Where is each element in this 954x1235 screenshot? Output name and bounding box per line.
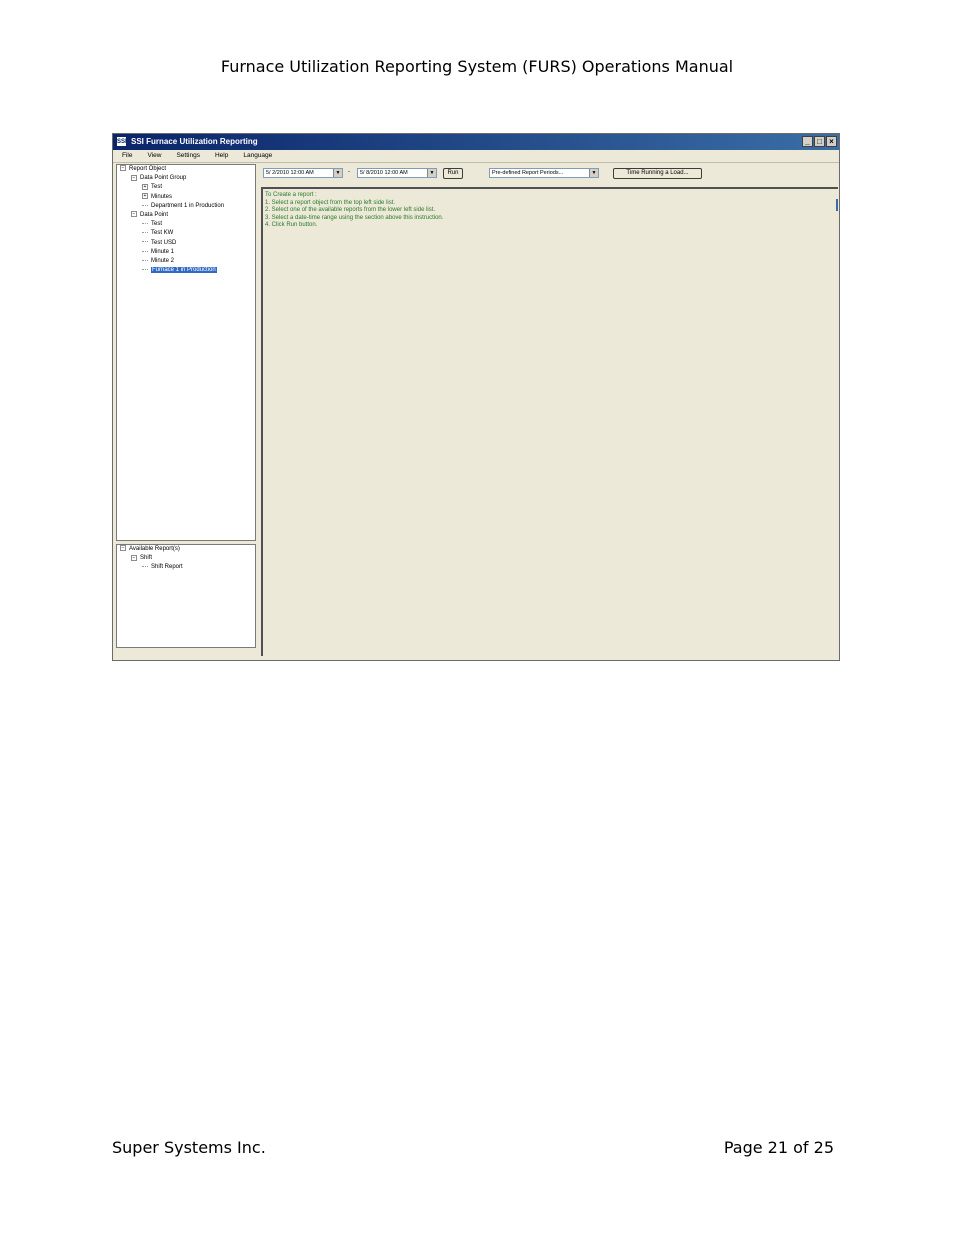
- tree-node-minutes[interactable]: + Minutes: [117, 192, 255, 202]
- end-date-picker[interactable]: 5/ 8/2010 12:00 AM ▼: [357, 168, 437, 178]
- close-icon[interactable]: ×: [826, 136, 837, 147]
- tree-node-test[interactable]: + Test: [117, 183, 255, 192]
- menu-bar: File View Settings Help Language: [113, 150, 839, 163]
- scrollbar[interactable]: [836, 199, 838, 211]
- tree-node-minute-2[interactable]: Minute 2: [117, 257, 255, 266]
- collapse-icon[interactable]: −: [131, 174, 137, 181]
- tree-node-data-point-group[interactable]: − Data Point Group: [117, 174, 255, 183]
- app-logo-icon: SSI: [116, 136, 127, 147]
- report-content-area: To Create a report : 1. Select a report …: [261, 187, 838, 658]
- run-button[interactable]: Run: [443, 168, 463, 179]
- date-separator: -: [348, 169, 350, 175]
- report-toolbar: 5/ 2/2010 12:00 AM ▼ - 5/ 8/2010 12:00 A…: [261, 164, 836, 184]
- tree-node-minute-1[interactable]: Minute 1: [117, 248, 255, 257]
- collapse-icon[interactable]: −: [131, 211, 137, 218]
- document-header: Furnace Utilization Reporting System (FU…: [220, 57, 734, 76]
- tree-node-furnace-1[interactable]: Furnace 1 in Production: [117, 266, 255, 275]
- expand-icon[interactable]: +: [142, 183, 148, 190]
- available-reports-tree[interactable]: − Available Report(s) − Shift Shift Report: [116, 544, 256, 648]
- document-footer-page-number: Page 21 of 25: [723, 1138, 834, 1157]
- instruction-line: 2. Select one of the available reports f…: [265, 207, 436, 213]
- collapse-icon[interactable]: −: [120, 165, 126, 172]
- title-bar[interactable]: SSI SSI Furnace Utilization Reporting _ …: [113, 134, 839, 150]
- collapse-icon[interactable]: −: [131, 554, 137, 561]
- menu-language[interactable]: Language: [234, 150, 278, 162]
- tree-node-shift-report[interactable]: Shift Report: [117, 563, 255, 572]
- instruction-line: 4. Click Run button.: [265, 222, 318, 228]
- maximize-icon[interactable]: □: [814, 136, 825, 147]
- tree-node-shift[interactable]: − Shift: [117, 554, 255, 563]
- dropdown-arrow-icon[interactable]: ▼: [427, 169, 436, 177]
- selected-tree-item: Furnace 1 in Production: [151, 267, 217, 274]
- report-object-tree[interactable]: − Report Object − Data Point Group + Test +…: [116, 164, 256, 541]
- app-window: SSI SSI Furnace Utilization Reporting _ …: [112, 133, 840, 661]
- instruction-line: 1. Select a report object from the top l…: [265, 199, 396, 206]
- window-title: SSI Furnace Utilization Reporting: [131, 137, 258, 146]
- window-controls: _ □ ×: [801, 136, 837, 148]
- status-bar: [113, 656, 839, 660]
- tree-node-available-reports[interactable]: − Available Report(s): [117, 545, 255, 554]
- menu-settings[interactable]: Settings: [167, 150, 206, 162]
- tree-node-department-1[interactable]: Department 1 in Production: [117, 202, 255, 211]
- tree-node-data-point[interactable]: − Data Point: [117, 211, 255, 220]
- tree-node-report-object[interactable]: − Report Object: [117, 165, 255, 174]
- menu-view[interactable]: View: [138, 150, 167, 162]
- expand-icon[interactable]: +: [142, 192, 148, 199]
- tree-node-test-usd[interactable]: Test USD: [117, 239, 255, 248]
- start-date-picker[interactable]: 5/ 2/2010 12:00 AM ▼: [263, 168, 343, 178]
- document-footer-company: Super Systems Inc.: [112, 1138, 266, 1157]
- tree-node-test-kw[interactable]: Test KW: [117, 229, 255, 238]
- minimize-icon[interactable]: _: [802, 136, 813, 147]
- instruction-line: To Create a report :: [265, 192, 317, 198]
- dropdown-arrow-icon[interactable]: ▼: [333, 169, 342, 177]
- instruction-line: 3. Select a date-time range using the se…: [265, 214, 444, 221]
- menu-file[interactable]: File: [113, 150, 138, 162]
- dropdown-arrow-icon[interactable]: ▼: [589, 169, 598, 177]
- menu-help[interactable]: Help: [206, 150, 234, 162]
- tree-node-test-dp[interactable]: Test: [117, 220, 255, 229]
- collapse-icon[interactable]: −: [120, 545, 126, 552]
- report-periods-select[interactable]: Pre-defined Report Periods... ▼: [489, 168, 599, 178]
- time-running-load-button[interactable]: Time Running a Load...: [613, 168, 702, 179]
